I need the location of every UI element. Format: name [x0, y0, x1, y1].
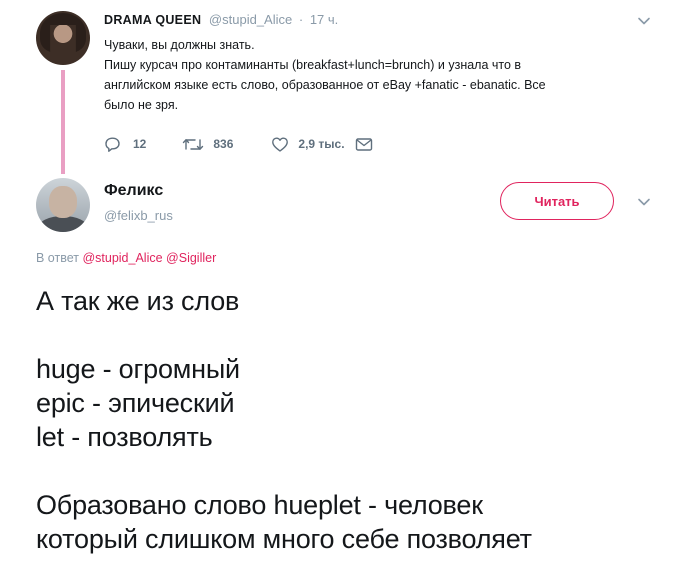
- tweet-text-line: А так же из слов: [36, 286, 240, 316]
- tweet-text-line: epic - эпический: [36, 388, 235, 418]
- like-icon: [272, 137, 289, 152]
- parent-actions: 12 836 2,9 тыс.: [104, 134, 373, 154]
- retweet-action[interactable]: 836: [182, 136, 233, 153]
- tweet-text-line: let - позволять: [36, 422, 213, 452]
- parent-text-line: английском языке есть слово, образованно…: [104, 78, 546, 92]
- parent-author-handle[interactable]: @stupid_Alice: [209, 12, 292, 27]
- tweet-blank-line: [36, 318, 666, 352]
- follow-button[interactable]: Читать: [500, 182, 614, 220]
- parent-text-line: было не зря.: [104, 98, 179, 112]
- parent-timestamp[interactable]: 17 ч.: [310, 12, 338, 27]
- like-action[interactable]: 2,9 тыс.: [271, 136, 345, 153]
- message-icon: [355, 137, 372, 151]
- tweet-thread: DRAMA QUEEN @stupid_Alice · 17 ч. Чуваки…: [0, 0, 677, 571]
- tweet-text-line: который слишком много себе позволяет: [36, 524, 532, 554]
- mention-link[interactable]: @stupid_Alice: [82, 251, 162, 265]
- parent-tweet-text: Чуваки, вы должны знать. Пишу курсач про…: [104, 35, 644, 115]
- retweet-count: 836: [213, 137, 234, 151]
- like-count: 2,9 тыс.: [298, 137, 345, 151]
- tweet-text: А так же из слов huge - огромный epic - …: [36, 284, 666, 556]
- chevron-down-icon[interactable]: [637, 195, 651, 209]
- retweet-icon: [183, 138, 204, 150]
- tweet-blank-line: [36, 454, 666, 488]
- thread-line: [61, 70, 65, 174]
- parent-header: DRAMA QUEEN @stupid_Alice · 17 ч.: [104, 12, 338, 27]
- reply-prefix: В ответ: [36, 251, 79, 265]
- reply-context: В ответ @stupid_Alice @Sigiller: [36, 251, 216, 265]
- tweet-text-line: huge - огромный: [36, 354, 240, 384]
- parent-text-line: Пишу курсач про контаминанты (breakfast+…: [104, 58, 522, 72]
- author-avatar[interactable]: [36, 178, 90, 232]
- reply-count: 12: [133, 137, 147, 151]
- direct-message-action[interactable]: [355, 137, 373, 152]
- author-handle[interactable]: @felixb_rus: [104, 208, 173, 223]
- reply-icon: [105, 137, 120, 152]
- reply-action[interactable]: 12: [104, 136, 146, 153]
- separator-dot: ·: [298, 12, 304, 27]
- chevron-down-icon[interactable]: [637, 14, 651, 28]
- tweet-text-line: Образовано слово hueplet - человек: [36, 490, 483, 520]
- parent-author-name[interactable]: DRAMA QUEEN: [104, 13, 201, 27]
- parent-text-line: Чуваки, вы должны знать.: [104, 38, 255, 52]
- author-name[interactable]: Феликс: [104, 182, 163, 200]
- mention-link[interactable]: @Sigiller: [166, 251, 216, 265]
- parent-avatar[interactable]: [36, 11, 90, 65]
